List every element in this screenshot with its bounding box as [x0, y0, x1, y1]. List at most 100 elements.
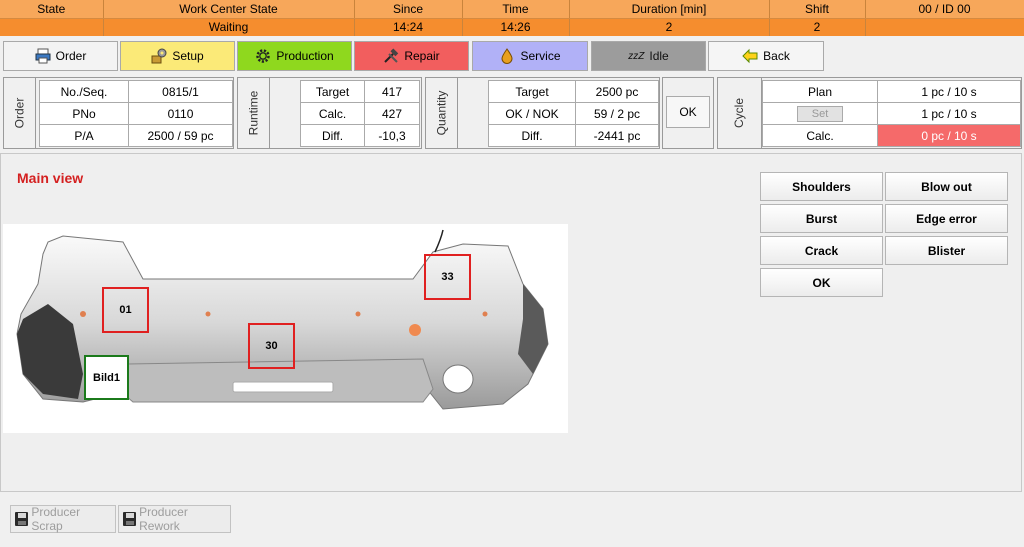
production-label: Production [276, 49, 334, 63]
shift-header: Shift [769, 0, 866, 19]
time-header: Time [462, 0, 570, 19]
no-seq-value: 0815/1 [128, 80, 233, 103]
back-button[interactable]: Back [708, 41, 824, 71]
ok-defect-button[interactable]: OK [760, 268, 883, 297]
service-label: Service [520, 49, 561, 63]
floppy-disk-icon [15, 512, 29, 526]
cycle-row-plan: Plan 1 pc / 10 s [762, 80, 1021, 103]
order-panel: Order No./Seq. 0815/1 PNo 0110 P/A 2500 / 5… [3, 77, 234, 149]
defect-marker-30[interactable]: 30 [248, 323, 295, 369]
oil-drop-icon [499, 48, 515, 64]
main-view: Main view 01 30 33 Bild1 Shoulders Blow … [0, 153, 1022, 492]
order-label: Order [55, 49, 87, 63]
plan-label: Plan [762, 80, 878, 103]
cycle-panel: Cycle Plan 1 pc / 10 s Set 1 pc / 10 s Cal… [717, 77, 1022, 149]
runtime-target-value: 417 [364, 80, 420, 103]
cycle-row-set: Set 1 pc / 10 s [762, 102, 1021, 125]
ok-nok-label: OK / NOK [488, 102, 576, 125]
quantity-target-value: 2500 pc [575, 80, 659, 103]
set-value: 1 pc / 10 s [877, 102, 1021, 125]
quantity-row-target: Target 2500 pc [488, 80, 659, 103]
pa-label: P/A [39, 124, 129, 147]
blister-button[interactable]: Blister [885, 236, 1008, 265]
quantity-diff-value: -2441 pc [575, 124, 659, 147]
floppy-disk-icon [123, 512, 137, 526]
cycle-panel-label: Cycle [718, 78, 762, 148]
back-label: Back [763, 49, 790, 63]
plan-value: 1 pc / 10 s [877, 80, 1021, 103]
set-button[interactable]: Set [797, 105, 843, 122]
quantity-row-diff: Diff. -2441 pc [488, 124, 659, 147]
runtime-diff-label: Diff. [300, 124, 365, 147]
main-view-title: Main view [17, 170, 84, 186]
runtime-panel-label: Runtime [238, 78, 270, 148]
runtime-row-calc: Calc. 427 [300, 102, 420, 125]
quantity-grid: Target 2500 pc OK / NOK 59 / 2 pc Diff. -24… [488, 80, 659, 147]
arrow-left-icon [742, 48, 758, 64]
sleep-icon: zzZ [628, 50, 645, 62]
part-image-area: 01 30 33 Bild1 [3, 224, 568, 433]
repair-button[interactable]: Repair [354, 41, 469, 71]
ok-nok-value: 59 / 2 pc [575, 102, 659, 125]
duration-value: 2 [569, 18, 770, 36]
runtime-calc-value: 427 [364, 102, 420, 125]
defect-marker-33[interactable]: 33 [424, 254, 471, 300]
printer-icon [35, 48, 51, 64]
quantity-panel-label: Quantity [426, 78, 458, 148]
cycle-calc-value: 0 pc / 10 s [877, 124, 1021, 147]
work-center-state-header: Work Center State [103, 0, 355, 19]
id-value [865, 18, 1024, 36]
runtime-row-target: Target 417 [300, 80, 420, 103]
runtime-target-label: Target [300, 80, 365, 103]
producer-scrap-label: Producer Scrap [31, 505, 81, 533]
shift-value: 2 [769, 18, 866, 36]
order-panel-label: Order [4, 78, 36, 148]
defect-marker-01[interactable]: 01 [102, 287, 149, 333]
quantity-diff-label: Diff. [488, 124, 576, 147]
runtime-row-diff: Diff. -10,3 [300, 124, 420, 147]
no-seq-label: No./Seq. [39, 80, 129, 103]
producer-rework-button[interactable]: Producer Rework [118, 505, 231, 533]
work-center-state-value: Waiting [103, 18, 355, 36]
image-marker-bild1[interactable]: Bild1 [84, 355, 129, 400]
order-button[interactable]: Order [3, 41, 118, 71]
pno-label: PNo [39, 102, 129, 125]
gear-icon [255, 48, 271, 64]
pno-value: 0110 [128, 102, 233, 125]
quantity-row-oknok: OK / NOK 59 / 2 pc [488, 102, 659, 125]
order-row-pa: P/A 2500 / 59 pc [39, 124, 233, 147]
repair-label: Repair [404, 49, 440, 63]
blow-out-button[interactable]: Blow out [885, 172, 1008, 201]
id-header: 00 / ID 00 [865, 0, 1024, 19]
order-grid: No./Seq. 0815/1 PNo 0110 P/A 2500 / 59 pc [39, 80, 233, 147]
service-button[interactable]: Service [472, 41, 588, 71]
runtime-panel: Runtime Target 417 Calc. 427 Diff. -10,3 [237, 77, 422, 149]
status-header-row: State Work Center State Since Time Durat… [0, 0, 1024, 19]
quantity-ok-button[interactable]: OK [666, 96, 710, 128]
runtime-diff-value: -10,3 [364, 124, 420, 147]
crack-button[interactable]: Crack [760, 236, 883, 265]
setup-button[interactable]: Setup [120, 41, 235, 71]
duration-header: Duration [min] [569, 0, 770, 19]
pa-value: 2500 / 59 pc [128, 124, 233, 147]
idle-button[interactable]: zzZ Idle [591, 41, 706, 71]
quantity-ok-container: OK [662, 77, 714, 149]
order-row-no: No./Seq. 0815/1 [39, 80, 233, 103]
status-table: State Work Center State Since Time Durat… [0, 0, 1024, 36]
burst-button[interactable]: Burst [760, 204, 883, 233]
quantity-panel: Quantity Target 2500 pc OK / NOK 59 / 2 pc… [425, 77, 660, 149]
cycle-grid: Plan 1 pc / 10 s Set 1 pc / 10 s Calc. 0 pc… [762, 80, 1021, 147]
since-value: 14:24 [354, 18, 463, 36]
shoulders-button[interactable]: Shoulders [760, 172, 883, 201]
state-value [0, 18, 104, 36]
cycle-row-calc: Calc. 0 pc / 10 s [762, 124, 1021, 147]
state-header: State [0, 0, 104, 19]
idle-label: Idle [649, 49, 669, 63]
cycle-calc-label: Calc. [762, 124, 878, 147]
production-button[interactable]: Production [237, 41, 352, 71]
edge-error-button[interactable]: Edge error [885, 204, 1008, 233]
since-header: Since [354, 0, 463, 19]
hammer-wrench-icon [383, 48, 399, 64]
producer-scrap-button[interactable]: Producer Scrap [10, 505, 116, 533]
order-row-pno: PNo 0110 [39, 102, 233, 125]
